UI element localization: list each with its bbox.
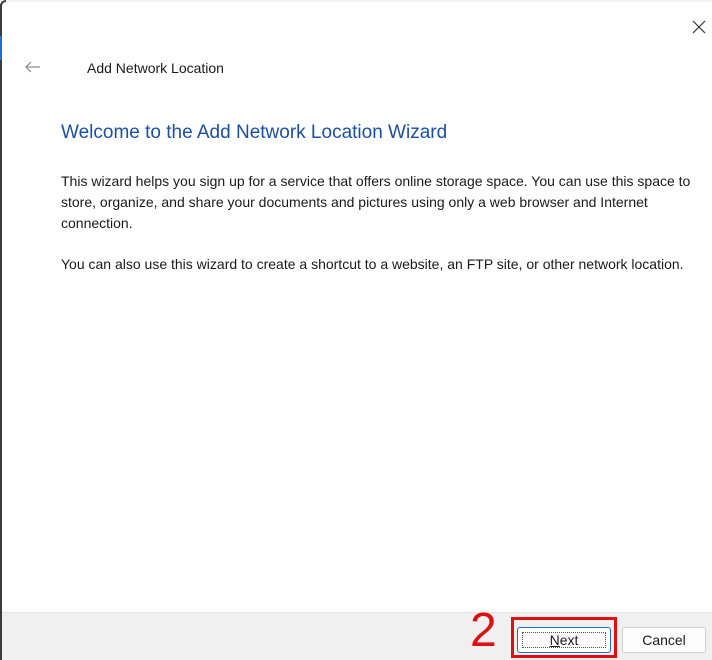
shortcut-paragraph: You can also use this wizard to create a… <box>61 256 684 272</box>
wizard-title: Add Network Location <box>87 60 224 76</box>
annotation-step-number: 2 <box>470 604 497 657</box>
window-left-accent <box>0 36 2 60</box>
back-arrow-icon <box>25 61 40 73</box>
next-button[interactable]: Next <box>517 627 611 653</box>
focus-ring <box>522 632 606 648</box>
close-icon <box>692 20 706 34</box>
window-top-edge <box>0 0 712 2</box>
close-button[interactable] <box>686 14 712 40</box>
page-heading: Welcome to the Add Network Location Wiza… <box>61 122 448 143</box>
window-left-border <box>0 4 2 660</box>
cancel-button[interactable]: Cancel <box>622 627 706 653</box>
wizard-window: Add Network Location Welcome to the Add … <box>0 0 712 660</box>
back-button[interactable] <box>22 56 44 78</box>
intro-paragraph: This wizard helps you sign up for a serv… <box>61 173 691 231</box>
